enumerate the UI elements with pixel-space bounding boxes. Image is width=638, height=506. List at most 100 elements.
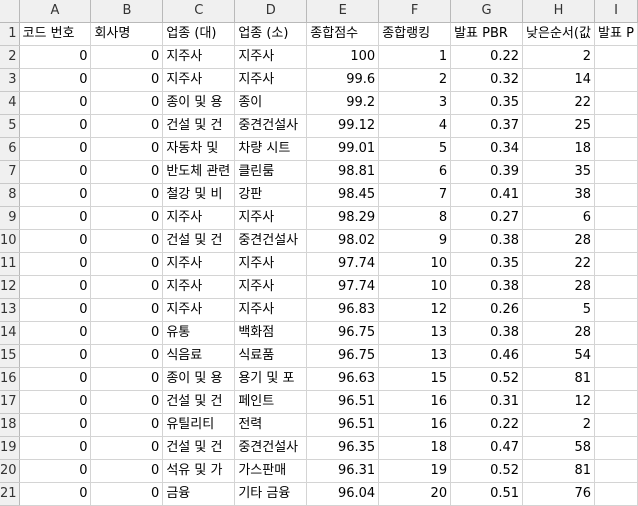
cell-industry-minor[interactable]: 지주사 bbox=[234, 298, 308, 322]
cell-code[interactable]: 0 bbox=[19, 321, 92, 345]
cell-total-score[interactable]: 97.74 bbox=[306, 275, 380, 299]
cell-total-rank[interactable]: 9 bbox=[378, 229, 452, 253]
cell-industry-major[interactable]: 지주사 bbox=[162, 298, 236, 322]
cell-company[interactable]: 0 bbox=[90, 68, 164, 92]
cell-low-order[interactable]: 28 bbox=[522, 275, 596, 299]
cell-company[interactable]: 0 bbox=[90, 298, 164, 322]
cell-code[interactable]: 0 bbox=[19, 344, 92, 368]
cell-pbr-2[interactable] bbox=[594, 114, 638, 138]
row-header[interactable]: 8 bbox=[0, 183, 20, 207]
cell-low-order[interactable]: 81 bbox=[522, 367, 596, 391]
cell-low-order[interactable]: 5 bbox=[522, 298, 596, 322]
cell-total-score[interactable]: 96.35 bbox=[306, 436, 380, 460]
cell-company[interactable]: 0 bbox=[90, 160, 164, 184]
column-header-e[interactable]: E bbox=[306, 0, 380, 23]
cell-code[interactable]: 0 bbox=[19, 114, 92, 138]
row-header[interactable]: 13 bbox=[0, 298, 20, 322]
header-cell-company[interactable]: 회사명 bbox=[90, 22, 164, 46]
cell-code[interactable]: 0 bbox=[19, 436, 92, 460]
cell-low-order[interactable]: 58 bbox=[522, 436, 596, 460]
cell-low-order[interactable]: 38 bbox=[522, 183, 596, 207]
cell-pbr[interactable]: 0.26 bbox=[450, 298, 524, 322]
cell-code[interactable]: 0 bbox=[19, 137, 92, 161]
cell-pbr[interactable]: 0.27 bbox=[450, 206, 524, 230]
cell-total-score[interactable]: 100 bbox=[306, 45, 380, 69]
cell-low-order[interactable]: 81 bbox=[522, 459, 596, 483]
cell-pbr[interactable]: 0.38 bbox=[450, 229, 524, 253]
column-header-h[interactable]: H bbox=[522, 0, 596, 23]
cell-industry-minor[interactable]: 지주사 bbox=[234, 206, 308, 230]
cell-pbr[interactable]: 0.35 bbox=[450, 252, 524, 276]
cell-total-rank[interactable]: 19 bbox=[378, 459, 452, 483]
cell-industry-major[interactable]: 건설 및 건 bbox=[162, 229, 236, 253]
cell-industry-minor[interactable]: 지주사 bbox=[234, 275, 308, 299]
cell-industry-major[interactable]: 건설 및 건 bbox=[162, 390, 236, 414]
header-cell-industry-major[interactable]: 업종 (대) bbox=[162, 22, 236, 46]
header-cell-industry-minor[interactable]: 업종 (소) bbox=[234, 22, 308, 46]
column-header-a[interactable]: A bbox=[19, 0, 92, 23]
cell-total-score[interactable]: 96.04 bbox=[306, 482, 380, 506]
cell-low-order[interactable]: 2 bbox=[522, 413, 596, 437]
cell-pbr-2[interactable] bbox=[594, 68, 638, 92]
cell-company[interactable]: 0 bbox=[90, 482, 164, 506]
cell-low-order[interactable]: 18 bbox=[522, 137, 596, 161]
cell-total-rank[interactable]: 6 bbox=[378, 160, 452, 184]
cell-company[interactable]: 0 bbox=[90, 344, 164, 368]
cell-code[interactable]: 0 bbox=[19, 390, 92, 414]
cell-pbr[interactable]: 0.41 bbox=[450, 183, 524, 207]
row-header[interactable]: 6 bbox=[0, 137, 20, 161]
cell-industry-minor[interactable]: 백화점 bbox=[234, 321, 308, 345]
cell-code[interactable]: 0 bbox=[19, 459, 92, 483]
cell-pbr-2[interactable] bbox=[594, 160, 638, 184]
cell-total-rank[interactable]: 16 bbox=[378, 390, 452, 414]
row-header[interactable]: 7 bbox=[0, 160, 20, 184]
cell-low-order[interactable]: 28 bbox=[522, 321, 596, 345]
cell-pbr[interactable]: 0.32 bbox=[450, 68, 524, 92]
cell-industry-minor[interactable]: 중견건설사 bbox=[234, 436, 308, 460]
cell-code[interactable]: 0 bbox=[19, 413, 92, 437]
cell-total-score[interactable]: 96.51 bbox=[306, 390, 380, 414]
cell-total-score[interactable]: 98.02 bbox=[306, 229, 380, 253]
cell-pbr-2[interactable] bbox=[594, 459, 638, 483]
cell-industry-major[interactable]: 건설 및 건 bbox=[162, 436, 236, 460]
cell-industry-minor[interactable]: 용기 및 포 bbox=[234, 367, 308, 391]
cell-pbr-2[interactable] bbox=[594, 413, 638, 437]
cell-industry-major[interactable]: 지주사 bbox=[162, 45, 236, 69]
cell-industry-minor[interactable]: 클린룸 bbox=[234, 160, 308, 184]
cell-company[interactable]: 0 bbox=[90, 367, 164, 391]
cell-industry-minor[interactable]: 중견건설사 bbox=[234, 114, 308, 138]
cell-industry-minor[interactable]: 지주사 bbox=[234, 45, 308, 69]
cell-total-score[interactable]: 99.2 bbox=[306, 91, 380, 115]
header-cell-code[interactable]: 코드 번호 bbox=[19, 22, 92, 46]
cell-low-order[interactable]: 76 bbox=[522, 482, 596, 506]
cell-low-order[interactable]: 28 bbox=[522, 229, 596, 253]
cell-industry-minor[interactable]: 식료품 bbox=[234, 344, 308, 368]
row-header[interactable]: 20 bbox=[0, 459, 20, 483]
cell-total-rank[interactable]: 12 bbox=[378, 298, 452, 322]
cell-pbr[interactable]: 0.31 bbox=[450, 390, 524, 414]
cell-total-score[interactable]: 99.12 bbox=[306, 114, 380, 138]
column-header-f[interactable]: F bbox=[378, 0, 452, 23]
cell-code[interactable]: 0 bbox=[19, 206, 92, 230]
cell-total-rank[interactable]: 18 bbox=[378, 436, 452, 460]
cell-pbr-2[interactable] bbox=[594, 367, 638, 391]
cell-total-rank[interactable]: 5 bbox=[378, 137, 452, 161]
cell-industry-major[interactable]: 종이 및 용 bbox=[162, 91, 236, 115]
cell-industry-minor[interactable]: 지주사 bbox=[234, 68, 308, 92]
row-header[interactable]: 11 bbox=[0, 252, 20, 276]
cell-pbr[interactable]: 0.34 bbox=[450, 137, 524, 161]
cell-total-rank[interactable]: 13 bbox=[378, 344, 452, 368]
cell-total-rank[interactable]: 13 bbox=[378, 321, 452, 345]
header-cell-pbr[interactable]: 발표 PBR bbox=[450, 22, 524, 46]
cell-total-score[interactable]: 96.63 bbox=[306, 367, 380, 391]
cell-low-order[interactable]: 6 bbox=[522, 206, 596, 230]
cell-total-score[interactable]: 97.74 bbox=[306, 252, 380, 276]
cell-pbr[interactable]: 0.39 bbox=[450, 160, 524, 184]
cell-code[interactable]: 0 bbox=[19, 68, 92, 92]
cell-company[interactable]: 0 bbox=[90, 45, 164, 69]
cell-industry-minor[interactable]: 지주사 bbox=[234, 252, 308, 276]
cell-industry-major[interactable]: 석유 및 가 bbox=[162, 459, 236, 483]
cell-total-rank[interactable]: 2 bbox=[378, 68, 452, 92]
cell-pbr-2[interactable] bbox=[594, 275, 638, 299]
cell-pbr-2[interactable] bbox=[594, 390, 638, 414]
